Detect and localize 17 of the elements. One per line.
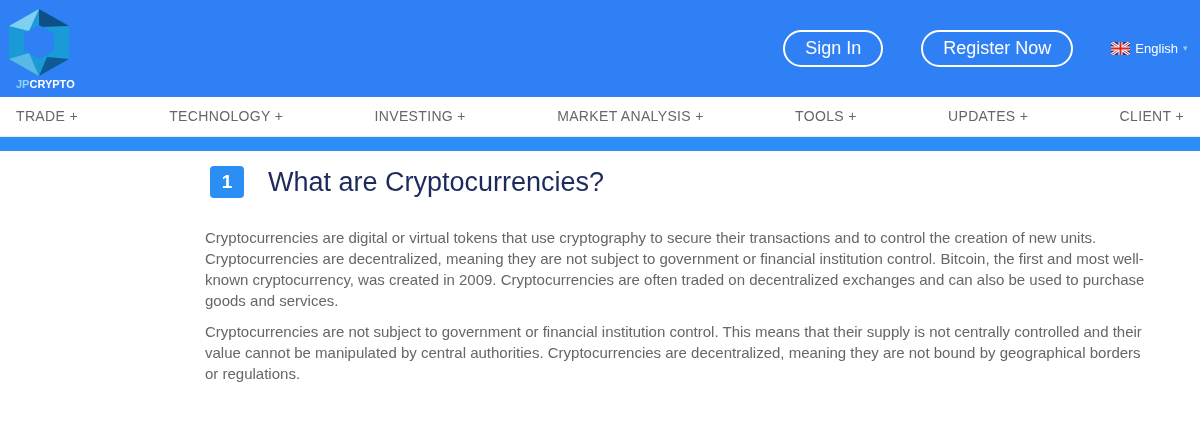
- uk-flag-icon: [1111, 42, 1131, 55]
- nav-item[interactable]: MARKET ANALYSIS +: [557, 106, 704, 127]
- paragraph: Cryptocurrencies are digital or virtual tokens that use cryptography to secure their transactions and to control the creation of new units. Cryptocurrencies are decentralized, meaning they are not subject to government or financial institution control. Bitcoin, the first and most well-known cryptocurrency, was created in 2009. Cryptocurrencies are often traded on decentralized exchanges and can also be used to purchase goods and services.: [205, 227, 1146, 311]
- step-number: 1: [210, 166, 244, 199]
- sign-in-button[interactable]: Sign In: [783, 30, 884, 67]
- nav-item[interactable]: INVESTING +: [374, 106, 466, 127]
- hexagon-logo-icon: [7, 7, 71, 77]
- section-title: What are Cryptocurrencies?: [268, 166, 605, 199]
- nav-item[interactable]: UPDATES +: [948, 106, 1029, 127]
- nav-item[interactable]: TRADE +: [16, 106, 78, 127]
- language-selector[interactable]: English: [1135, 38, 1178, 59]
- nav-item[interactable]: CLIENT +: [1119, 106, 1184, 127]
- nav-item[interactable]: TECHNOLOGY +: [169, 106, 284, 127]
- paragraph: Cryptocurrencies are not subject to government or financial institution control. This means that their supply is not centrally controlled and their value cannot be manipulated by central authorities. Cryptocurrencies are decentralized, meaning they are not bound by geographical borders or regulations.: [205, 321, 1143, 384]
- nav-item[interactable]: TOOLS +: [795, 106, 857, 127]
- logo-text: JPCRYPTO: [16, 79, 75, 90]
- register-button[interactable]: Register Now: [921, 30, 1074, 67]
